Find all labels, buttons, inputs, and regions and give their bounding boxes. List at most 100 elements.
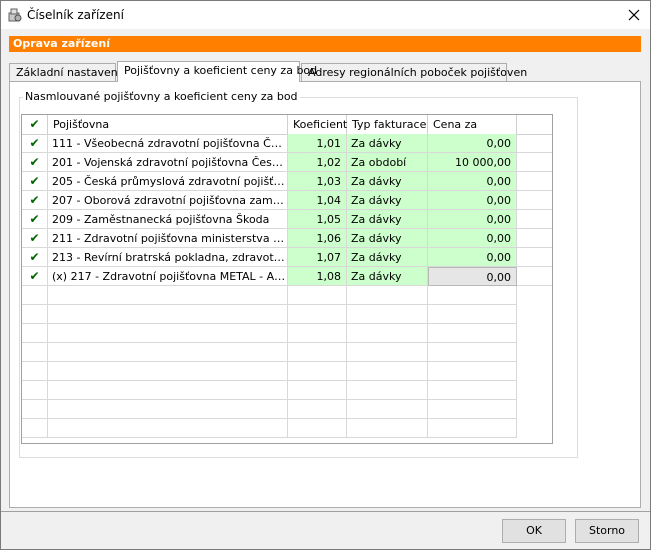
billing-type-cell[interactable]: Za dávky bbox=[347, 210, 428, 229]
checkmark-icon: ✔ bbox=[29, 136, 40, 150]
header-insurer[interactable]: Pojišťovna bbox=[48, 115, 288, 134]
coefficient-cell[interactable]: 1,06 bbox=[288, 229, 347, 248]
period-price-cell[interactable]: 10 000,00 bbox=[428, 153, 517, 172]
row-check-cell[interactable]: ✔ bbox=[22, 210, 48, 229]
empty-cell bbox=[428, 419, 517, 438]
checkmark-icon: ✔ bbox=[29, 117, 40, 131]
header-billing-type[interactable]: Typ fakturace bbox=[347, 115, 428, 134]
insurer-name-cell[interactable]: 201 - Vojenská zdravotní pojišťovna Česk… bbox=[48, 153, 288, 172]
row-filler bbox=[517, 267, 552, 286]
insurer-name-cell[interactable]: (x) 217 - Zdravotní pojišťovna METAL - A… bbox=[48, 267, 288, 286]
billing-type-cell[interactable]: Za dávky bbox=[347, 229, 428, 248]
empty-cell bbox=[22, 343, 48, 362]
table-row[interactable]: ✔ (x) 217 - Zdravotní pojišťovna METAL -… bbox=[22, 267, 552, 286]
coefficient-cell[interactable]: 1,07 bbox=[288, 248, 347, 267]
empty-cell bbox=[48, 381, 288, 400]
row-check-cell[interactable]: ✔ bbox=[22, 134, 48, 153]
header-period-price[interactable]: Cena za období bbox=[428, 115, 517, 150]
period-price-cell[interactable]: 0,00 bbox=[428, 134, 517, 153]
title-bar[interactable]: Číselník zařízení bbox=[1, 1, 650, 29]
insurer-name-cell[interactable]: 211 - Zdravotní pojišťovna ministerstva … bbox=[48, 229, 288, 248]
row-filler bbox=[517, 153, 552, 172]
table-row[interactable]: ✔ 213 - Revírní bratrská pokladna, zdrav… bbox=[22, 248, 552, 267]
app-icon bbox=[7, 7, 23, 23]
checkmark-icon: ✔ bbox=[29, 269, 40, 283]
table-row[interactable]: ✔ 211 - Zdravotní pojišťovna ministerstv… bbox=[22, 229, 552, 248]
billing-type-cell[interactable]: Za dávky bbox=[347, 267, 428, 286]
checkmark-icon: ✔ bbox=[29, 250, 40, 264]
tab-insurers[interactable]: Pojišťovny a koeficient ceny za bod bbox=[117, 61, 317, 82]
empty-cell bbox=[288, 400, 347, 419]
coefficient-cell[interactable]: 1,08 bbox=[288, 267, 347, 286]
coefficient-cell[interactable]: 1,01 bbox=[288, 134, 347, 153]
billing-type-cell[interactable]: Za dávky bbox=[347, 191, 428, 210]
checkmark-icon: ✔ bbox=[29, 155, 40, 169]
empty-cell bbox=[347, 400, 428, 419]
insurer-name-cell[interactable]: 213 - Revírní bratrská pokladna, zdravot… bbox=[48, 248, 288, 267]
billing-type-cell[interactable]: Za dávky bbox=[347, 172, 428, 191]
groupbox-legend: Nasmlouvané pojišťovny a koeficient ceny… bbox=[23, 90, 300, 104]
row-check-cell[interactable]: ✔ bbox=[22, 191, 48, 210]
row-check-cell[interactable]: ✔ bbox=[22, 172, 48, 191]
tab-basic-settings[interactable]: Základní nastavení bbox=[9, 63, 121, 81]
period-price-cell-selected[interactable]: 0,00 bbox=[428, 267, 517, 286]
period-price-cell[interactable]: 0,00 bbox=[428, 191, 517, 210]
window-title: Číselník zařízení bbox=[27, 8, 124, 22]
checkmark-icon: ✔ bbox=[29, 231, 40, 245]
row-check-cell[interactable]: ✔ bbox=[22, 248, 48, 267]
empty-cell bbox=[22, 381, 48, 400]
row-check-cell[interactable]: ✔ bbox=[22, 153, 48, 172]
table-row[interactable]: ✔ 205 - Česká průmyslová zdravotní pojiš… bbox=[22, 172, 552, 191]
empty-cell bbox=[288, 343, 347, 362]
row-filler bbox=[517, 191, 552, 210]
empty-cell bbox=[347, 286, 428, 305]
row-filler bbox=[517, 229, 552, 248]
insurer-name-cell[interactable]: 205 - Česká průmyslová zdravotní pojišťo… bbox=[48, 172, 288, 191]
empty-cell bbox=[48, 286, 288, 305]
coefficient-cell[interactable]: 1,04 bbox=[288, 191, 347, 210]
row-check-cell[interactable]: ✔ bbox=[22, 267, 48, 286]
close-button[interactable] bbox=[618, 1, 650, 29]
table-row[interactable]: ✔ 201 - Vojenská zdravotní pojišťovna Če… bbox=[22, 153, 552, 172]
row-check-cell[interactable]: ✔ bbox=[22, 229, 48, 248]
billing-type-cell[interactable]: Za dávky bbox=[347, 248, 428, 267]
insurer-name-cell[interactable]: 209 - Zaměstnanecká pojišťovna Škoda bbox=[48, 210, 288, 229]
empty-cell bbox=[288, 324, 347, 343]
insurer-name-cell[interactable]: 111 - Všeobecná zdravotní pojišťovna Čes… bbox=[48, 134, 288, 153]
period-price-cell[interactable]: 0,00 bbox=[428, 172, 517, 191]
empty-cell bbox=[48, 419, 288, 438]
coefficient-cell[interactable]: 1,02 bbox=[288, 153, 347, 172]
empty-cell bbox=[347, 381, 428, 400]
empty-cell bbox=[22, 419, 48, 438]
close-icon bbox=[628, 9, 640, 21]
empty-cell bbox=[347, 343, 428, 362]
table-row[interactable]: ✔ 111 - Všeobecná zdravotní pojišťovna Č… bbox=[22, 134, 552, 153]
row-filler bbox=[517, 210, 552, 229]
coefficient-cell[interactable]: 1,03 bbox=[288, 172, 347, 191]
empty-cell bbox=[347, 324, 428, 343]
dialog-window: Číselník zařízení Oprava zařízení Základ… bbox=[0, 0, 651, 550]
table-row[interactable]: ✔ 207 - Oborová zdravotní pojišťovna zam… bbox=[22, 191, 552, 210]
period-price-cell[interactable]: 0,00 bbox=[428, 210, 517, 229]
empty-cell bbox=[22, 305, 48, 324]
header-check-column[interactable]: ✔ bbox=[22, 115, 48, 134]
empty-cell bbox=[48, 343, 288, 362]
insurers-grid[interactable]: ✔ Pojišťovna Koeficient Typ fakturace Ce… bbox=[21, 114, 553, 444]
billing-type-cell[interactable]: Za období bbox=[347, 153, 428, 172]
ok-button[interactable]: OK bbox=[502, 519, 566, 543]
period-price-cell[interactable]: 0,00 bbox=[428, 229, 517, 248]
billing-type-cell[interactable]: Za dávky bbox=[347, 134, 428, 153]
empty-cell bbox=[347, 362, 428, 381]
tab-regional-addresses[interactable]: Adresy regionálních poboček pojišťoven bbox=[301, 63, 527, 81]
cancel-button[interactable]: Storno bbox=[575, 519, 639, 543]
coefficient-cell[interactable]: 1,05 bbox=[288, 210, 347, 229]
table-row[interactable]: ✔ 209 - Zaměstnanecká pojišťovna Škoda 1… bbox=[22, 210, 552, 229]
row-filler bbox=[517, 248, 552, 267]
empty-cell bbox=[22, 400, 48, 419]
header-coefficient[interactable]: Koeficient bbox=[288, 115, 347, 134]
empty-cell bbox=[428, 305, 517, 324]
empty-cell bbox=[288, 362, 347, 381]
period-price-cell[interactable]: 0,00 bbox=[428, 248, 517, 267]
empty-row bbox=[22, 419, 552, 438]
insurer-name-cell[interactable]: 207 - Oborová zdravotní pojišťovna zaměs… bbox=[48, 191, 288, 210]
